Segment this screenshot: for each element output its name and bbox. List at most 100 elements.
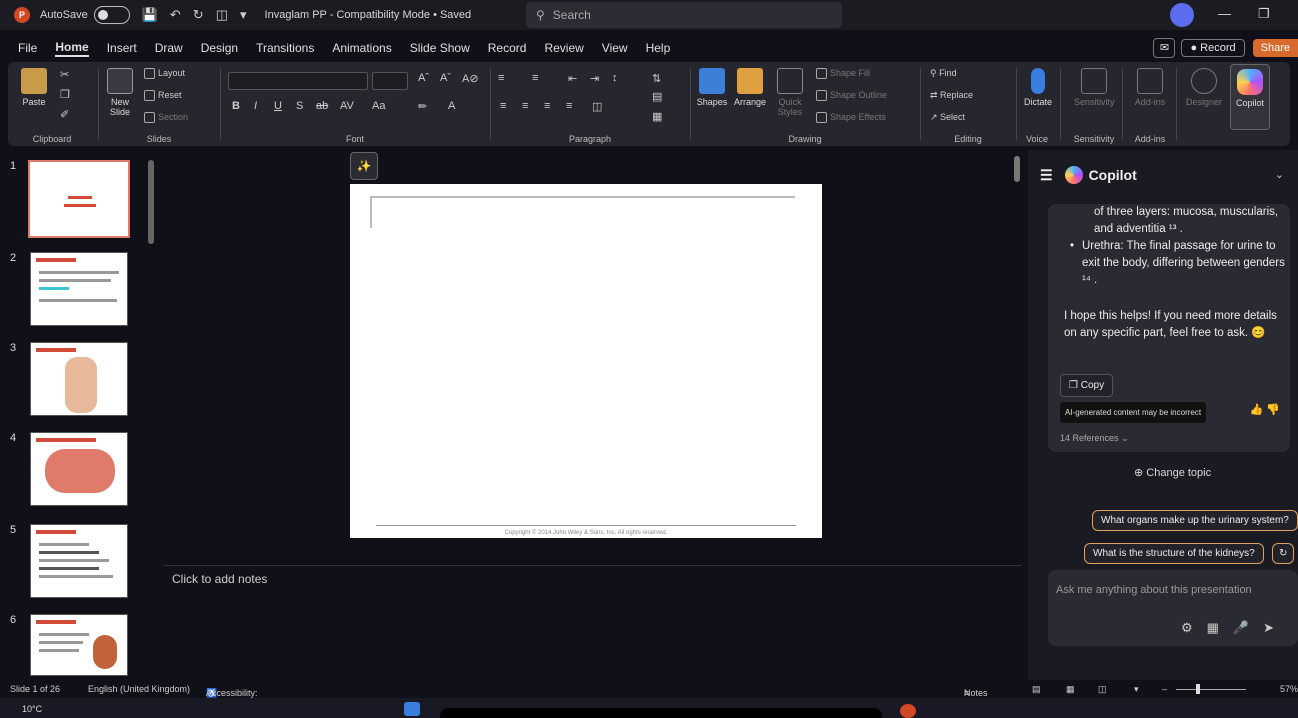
shapes-button[interactable]: Shapes — [692, 68, 732, 107]
send-icon[interactable]: ➤ — [1263, 620, 1288, 635]
arrange-button[interactable]: Arrange — [730, 68, 770, 107]
slide-thumbnail-1[interactable] — [28, 160, 130, 238]
scrollbar-thumb[interactable] — [148, 160, 154, 244]
language[interactable]: English (United Kingdom) — [88, 684, 190, 694]
justify-icon[interactable]: ≡ — [566, 100, 572, 112]
paste-button[interactable]: Paste — [14, 68, 54, 107]
windows-start-icon[interactable] — [404, 702, 420, 716]
bullets-icon[interactable]: ≡ — [498, 72, 504, 84]
scrollbar-thumb[interactable] — [1014, 156, 1020, 182]
designer-icon[interactable]: ✨ — [350, 152, 378, 180]
restore-icon[interactable]: ❐ — [1258, 6, 1270, 22]
align-text-icon[interactable]: ▤ — [652, 90, 662, 103]
thumbs-up-icon[interactable]: 👍 — [1250, 404, 1264, 416]
reading-view-icon[interactable]: ◫ — [1098, 684, 1107, 695]
normal-view-icon[interactable]: ▤ — [1032, 684, 1041, 695]
font-name-select[interactable] — [228, 72, 368, 90]
text-direction-icon[interactable]: ⇅ — [652, 72, 661, 85]
dictate-button[interactable]: Dictate — [1018, 68, 1058, 107]
copy-button[interactable]: ❐ Copy — [1060, 374, 1114, 397]
thumbs-down-icon[interactable]: 👎 — [1266, 404, 1280, 416]
customize-toolbar-icon[interactable]: ▾ — [240, 7, 247, 23]
zoom-out-icon[interactable]: – — [1162, 684, 1167, 694]
character-spacing-icon[interactable]: AV — [340, 100, 354, 112]
shrink-font-icon[interactable]: Aˇ — [440, 72, 451, 84]
slide-canvas[interactable]: Copyright © 2014 John Wiley & Sons, Inc.… — [350, 184, 822, 538]
format-painter-icon[interactable]: ✐ — [60, 108, 69, 121]
slide-thumbnail-3[interactable] — [30, 342, 128, 416]
zoom-slider-knob[interactable] — [1196, 684, 1200, 694]
minimize-icon[interactable]: — — [1218, 6, 1231, 21]
thumbnails-scrollbar[interactable] — [148, 160, 154, 680]
suggestion-chip[interactable]: What organs make up the urinary system? — [1092, 510, 1298, 531]
avatar[interactable] — [1170, 3, 1194, 27]
slide-show-icon[interactable]: ▾ — [1134, 684, 1139, 695]
record-button[interactable]: ● Record — [1181, 39, 1245, 57]
microphone-icon[interactable]: 🎤 — [1233, 620, 1263, 635]
increase-indent-icon[interactable]: ⇥ — [590, 72, 599, 85]
replace-button[interactable]: ⇄ Replace — [930, 90, 973, 101]
change-topic-button[interactable]: ⊕ Change topic — [1134, 466, 1211, 479]
columns-icon[interactable]: ◫ — [592, 100, 602, 113]
tab-review[interactable]: Review — [544, 41, 583, 55]
notes-pane[interactable]: Click to add notes — [164, 565, 1022, 679]
font-size-select[interactable] — [372, 72, 408, 90]
align-left-icon[interactable]: ≡ — [500, 100, 506, 112]
copilot-button[interactable]: Copilot — [1230, 64, 1270, 130]
suggestion-chip[interactable]: What is the structure of the kidneys? — [1084, 543, 1264, 564]
taskbar-search-bar[interactable] — [440, 708, 882, 718]
select-button[interactable]: ↗ Select — [930, 112, 965, 123]
grow-font-icon[interactable]: Aˆ — [418, 72, 429, 84]
copy-icon[interactable]: ❐ — [60, 88, 70, 101]
strikethrough-icon[interactable]: ab — [316, 100, 328, 112]
tab-record[interactable]: Record — [488, 41, 527, 55]
tab-insert[interactable]: Insert — [107, 41, 137, 55]
zoom-level[interactable]: 57% — [1280, 684, 1298, 694]
italic-icon[interactable]: I — [254, 100, 257, 112]
tab-design[interactable]: Design — [201, 41, 238, 55]
highlight-icon[interactable]: ✏ — [418, 100, 427, 113]
comments-button[interactable]: ✉ — [1153, 38, 1176, 58]
smartart-icon[interactable]: ▦ — [652, 110, 662, 123]
shape-fill-button[interactable]: Shape Fill — [816, 68, 870, 80]
section-button[interactable]: Section — [144, 112, 188, 124]
designer-button[interactable]: Designer — [1184, 68, 1224, 107]
copilot-prompt-input[interactable]: Ask me anything about this presentation … — [1048, 570, 1298, 646]
zoom-slider[interactable] — [1176, 689, 1246, 690]
tab-animations[interactable]: Animations — [332, 41, 391, 55]
bold-icon[interactable]: B — [232, 100, 240, 112]
autosave-toggle[interactable] — [93, 6, 130, 24]
tab-slide-show[interactable]: Slide Show — [410, 41, 470, 55]
powerpoint-taskbar-icon[interactable] — [900, 704, 916, 718]
tab-draw[interactable]: Draw — [155, 41, 183, 55]
reset-button[interactable]: Reset — [144, 90, 182, 102]
weather-temperature[interactable]: 10°C — [22, 704, 42, 714]
align-right-icon[interactable]: ≡ — [544, 100, 550, 112]
underline-icon[interactable]: U — [274, 100, 282, 112]
slide-sorter-icon[interactable]: ▦ — [1066, 684, 1075, 695]
clear-formatting-icon[interactable]: A⊘ — [462, 72, 479, 85]
document-title[interactable]: Invaglam PP - Compatibility Mode • Saved — [265, 9, 472, 21]
title-placeholder[interactable] — [370, 196, 795, 228]
notes-placeholder[interactable]: Click to add notes — [172, 572, 267, 586]
undo-icon[interactable]: ↶ — [170, 7, 181, 23]
shadow-icon[interactable]: S — [296, 100, 303, 112]
change-case-icon[interactable]: Aa — [372, 100, 385, 112]
share-button[interactable]: Share — [1252, 39, 1298, 57]
decrease-indent-icon[interactable]: ⇤ — [568, 72, 577, 85]
shape-outline-button[interactable]: Shape Outline — [816, 90, 887, 102]
tab-file[interactable]: File — [18, 41, 37, 55]
prompts-icon[interactable]: ⚙ — [1181, 620, 1207, 635]
slide-thumbnail-5[interactable] — [30, 524, 128, 598]
new-slide-button[interactable]: New Slide — [100, 68, 140, 117]
slide-thumbnail-4[interactable] — [30, 432, 128, 506]
numbering-icon[interactable]: ≡ — [532, 72, 538, 84]
tab-help[interactable]: Help — [646, 41, 671, 55]
tab-view[interactable]: View — [602, 41, 628, 55]
search-input[interactable]: ⚲ Search — [526, 2, 842, 28]
font-color-icon[interactable]: A — [448, 100, 455, 112]
shape-effects-button[interactable]: Shape Effects — [816, 112, 886, 124]
align-center-icon[interactable]: ≡ — [522, 100, 528, 112]
layout-button[interactable]: Layout — [144, 68, 185, 80]
prompt-placeholder[interactable]: Ask me anything about this presentation — [1056, 584, 1252, 596]
